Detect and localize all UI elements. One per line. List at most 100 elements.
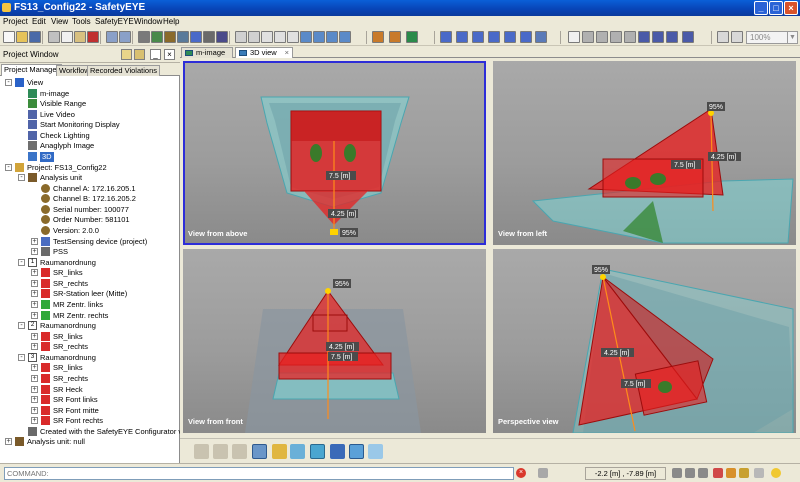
link-icon[interactable] (726, 468, 736, 478)
page-icon[interactable] (235, 31, 247, 43)
tree-item[interactable]: + SR_links (0, 363, 180, 373)
edit-icon[interactable] (504, 31, 516, 43)
tree-item[interactable]: Channel A: 172.16.205.1 (0, 183, 180, 194)
collapse-icon[interactable]: - (5, 79, 12, 86)
sort-icon[interactable] (134, 49, 145, 60)
close-tab-icon[interactable]: × (285, 48, 289, 58)
redo-icon[interactable] (119, 31, 131, 43)
paste-icon[interactable] (74, 31, 86, 43)
tree-item[interactable]: Start Monitoring Display (0, 120, 180, 130)
tab-project-manager[interactable]: Project Manager (1, 64, 63, 76)
download-icon[interactable] (151, 31, 163, 43)
cube-icon[interactable] (330, 444, 345, 459)
expand-icon[interactable]: + (31, 343, 38, 351)
film-icon[interactable] (203, 31, 215, 43)
tree-item[interactable]: Order Number: 581101 (0, 215, 180, 225)
tree-item[interactable]: Check Lighting (0, 130, 180, 141)
delete-icon[interactable] (87, 31, 99, 43)
edit-icon[interactable] (472, 31, 484, 43)
table-icon[interactable] (313, 31, 325, 43)
expand-icon[interactable]: + (31, 248, 38, 256)
table-icon[interactable] (326, 31, 338, 43)
table-icon[interactable] (300, 31, 312, 43)
close-panel-icon[interactable]: × (164, 49, 175, 60)
menu-tools[interactable]: Tools (72, 17, 91, 26)
curve-icon[interactable] (290, 444, 305, 459)
tree-item[interactable]: Version: 2.0.0 (0, 225, 180, 236)
refresh-icon[interactable] (406, 31, 418, 43)
expand-icon[interactable]: + (31, 279, 38, 287)
tree-item[interactable]: + SR_links (0, 268, 180, 278)
tree-item[interactable]: + SR Font links (0, 395, 180, 405)
edit-icon[interactable] (440, 31, 452, 43)
camera-icon[interactable] (190, 31, 202, 43)
tab-3d-view[interactable]: 3D view × (235, 47, 293, 58)
tree-item[interactable]: Visible Range (0, 99, 180, 109)
expand-icon[interactable]: + (5, 438, 12, 446)
clear-command-icon[interactable]: × (516, 468, 526, 478)
copy-icon[interactable] (61, 31, 73, 43)
settings-icon[interactable] (754, 468, 764, 478)
link-icon[interactable] (713, 468, 723, 478)
pointer-icon[interactable] (568, 31, 580, 43)
page-icon[interactable] (248, 31, 260, 43)
expand-icon[interactable]: + (31, 374, 38, 382)
viewport-above[interactable]: 7.5 [m] 4.25 [m] 95% View from above (183, 61, 486, 245)
tree-item[interactable]: Live Video (0, 109, 180, 120)
tree-item[interactable]: Anaglyph Image (0, 141, 180, 151)
tree-item[interactable]: + SR_links (0, 331, 180, 342)
tree-item[interactable]: - View (0, 78, 180, 88)
camera-icon[interactable] (652, 31, 664, 43)
arrow-icon[interactable] (538, 468, 548, 478)
cross-icon[interactable] (389, 31, 401, 43)
menu-safetyeye[interactable]: SafetyEYE (95, 17, 134, 26)
points-icon[interactable] (368, 444, 383, 459)
collapse-all-icon[interactable] (121, 49, 132, 60)
expand-icon[interactable]: + (31, 300, 38, 308)
tree-item[interactable]: -1 Raumanordnung (0, 257, 180, 268)
tree-item[interactable]: - Project: FS13_Config22 (0, 162, 180, 173)
tree-item[interactable]: + SR Heck (0, 384, 180, 395)
document-icon[interactable] (287, 31, 299, 43)
tree-item[interactable]: Channel B: 172.16.205.2 (0, 194, 180, 204)
expand-icon[interactable]: + (31, 290, 38, 298)
tree-item[interactable]: + SR_rechts (0, 278, 180, 289)
tree-item[interactable]: + SR Font rechts (0, 416, 180, 426)
document-icon[interactable] (261, 31, 273, 43)
zoom-in-icon[interactable] (717, 31, 729, 43)
smiley-icon[interactable] (771, 468, 781, 478)
expand-icon[interactable]: + (31, 311, 38, 319)
tree-item[interactable]: + Analysis unit: null (0, 437, 180, 447)
camera-icon[interactable] (666, 31, 678, 43)
camera-icon[interactable] (638, 31, 650, 43)
expand-icon[interactable]: + (31, 237, 38, 245)
table-icon[interactable] (339, 31, 351, 43)
config-icon[interactable] (164, 31, 176, 43)
collapse-icon[interactable]: - (18, 322, 25, 330)
expand-icon[interactable]: + (31, 406, 38, 414)
close-button[interactable]: × (784, 1, 798, 15)
zoom-out-icon[interactable] (731, 31, 743, 43)
minimize-panel-icon[interactable]: _ (150, 49, 161, 60)
collapse-icon[interactable]: - (18, 258, 25, 266)
document-icon[interactable] (274, 31, 286, 43)
expand-icon[interactable]: + (31, 396, 38, 404)
rotate-icon[interactable] (596, 31, 608, 43)
zoom-box-icon[interactable] (624, 31, 636, 43)
tree-item[interactable]: Serial number: 100077 (0, 204, 180, 215)
tree-item[interactable]: m-image (0, 88, 180, 99)
robot-arm-icon[interactable] (194, 444, 209, 459)
maximize-button[interactable]: □ (769, 1, 783, 15)
tab-m-image[interactable]: m-image (181, 47, 233, 58)
expand-icon[interactable]: + (31, 364, 38, 372)
mesh-icon[interactable] (310, 444, 325, 459)
viewport-perspective[interactable]: 95% 4.25 [m] 7.5 [m] Perspective view (493, 249, 796, 433)
cut-icon[interactable] (48, 31, 60, 43)
monitor-icon[interactable] (216, 31, 228, 43)
menu-window[interactable]: Window (134, 17, 162, 26)
tree-item[interactable]: + SR_rechts (0, 373, 180, 384)
expand-icon[interactable]: + (31, 269, 38, 277)
tree-item[interactable]: -2 Raumanordnung (0, 321, 180, 331)
fit-icon[interactable] (610, 31, 622, 43)
viewport-front[interactable]: 95% 4.25 [m] 7.5 [m] View from front (183, 249, 486, 433)
